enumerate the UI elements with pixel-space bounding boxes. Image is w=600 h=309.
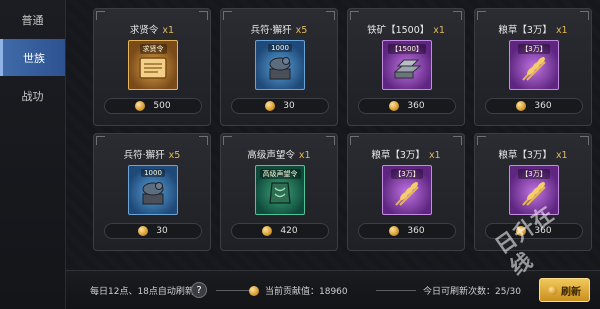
shop-item-card[interactable]: 兵符·獬犴 x5 1000 30 (220, 8, 338, 126)
shop-item-card[interactable]: 粮草【3万】 x1 【3万】 360 (347, 133, 465, 251)
item-title: 铁矿【1500】 x1 (367, 25, 445, 36)
coin-icon (138, 226, 149, 236)
coin-icon (516, 101, 527, 111)
price-tag: 30 (104, 223, 202, 239)
iron-ingot-icon (393, 59, 422, 79)
refresh-schedule-text: 每日12点、18点自动刷新 (90, 287, 194, 297)
grain-icon (522, 56, 546, 81)
item-title: 求贤令 x1 (129, 25, 175, 36)
contribution-display: 当前贡献值：18960 (249, 284, 348, 297)
coin-icon (265, 101, 276, 111)
tab-merit[interactable]: 战功 (0, 77, 65, 114)
item-title: 兵符·獬犴 x5 (250, 25, 308, 36)
price-tag: 360 (358, 98, 456, 114)
beast-seal-icon (142, 181, 164, 205)
item-icon-box: 【3万】 (509, 40, 559, 90)
category-sidebar: 普通 世族 战功 (0, 0, 66, 309)
item-tag: 1000 (141, 169, 165, 177)
coin-icon (249, 285, 259, 296)
coin-icon (135, 101, 146, 111)
price-tag: 500 (104, 98, 202, 114)
shop-item-card[interactable]: 铁矿【1500】 x1 【1500】 360 (347, 8, 465, 126)
prestige-token-icon (269, 182, 291, 204)
refresh-count-text: 今日可刷新次数：25/30 (423, 287, 521, 297)
divider-line (376, 290, 416, 291)
shop-item-card[interactable]: 兵符·獬犴 x5 1000 30 (93, 133, 211, 251)
item-icon-box: 1000 (128, 165, 178, 215)
price-tag: 360 (485, 98, 583, 114)
tab-clan[interactable]: 世族 (0, 39, 65, 76)
scroll-icon (139, 57, 167, 79)
item-title: 高级声望令 x1 (247, 150, 311, 161)
coin-icon (389, 101, 400, 111)
shop-item-card[interactable]: 高级声望令 x1 高级声望令 420 (220, 133, 338, 251)
price-tag: 360 (358, 223, 456, 239)
beast-seal-icon (269, 56, 291, 80)
item-title: 兵符·獬犴 x5 (123, 150, 181, 161)
price-tag: 420 (231, 223, 329, 239)
shop-item-card[interactable]: 粮草【3万】 x1 【3万】 360 (474, 8, 592, 126)
coin-icon (262, 226, 273, 236)
item-title: 粮草【3万】 x1 (498, 25, 568, 36)
item-icon-box: 1000 (255, 40, 305, 90)
price-tag: 30 (231, 98, 329, 114)
item-title: 粮草【3万】 x1 (371, 150, 441, 161)
grain-icon (395, 181, 419, 206)
coin-icon (389, 226, 400, 236)
tab-normal[interactable]: 普通 (0, 1, 65, 38)
shop-item-card[interactable]: 求贤令 x1 求贤令 500 (93, 8, 211, 126)
item-tag: 1000 (268, 44, 292, 52)
item-icon-box: 【1500】 (382, 40, 432, 90)
item-icon-box: 高级声望令 (255, 165, 305, 215)
item-icon-box: 求贤令 (128, 40, 178, 90)
help-icon[interactable]: ? (191, 282, 207, 298)
item-title: 粮草【3万】 x1 (498, 150, 568, 161)
item-icon-box: 【3万】 (382, 165, 432, 215)
